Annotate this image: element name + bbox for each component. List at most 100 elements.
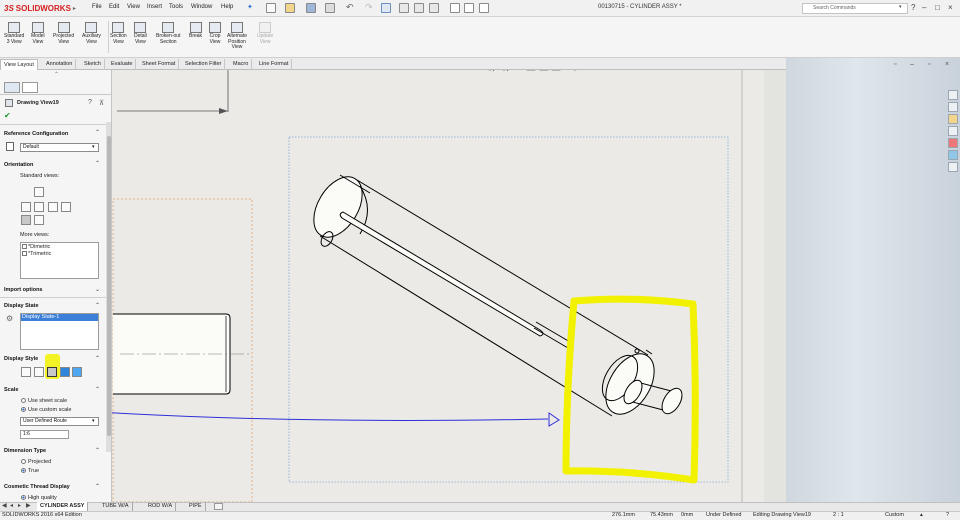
- collapse-chevron-icon[interactable]: ⌃: [95, 129, 100, 136]
- dropdown-arrow-icon[interactable]: ▾: [92, 418, 95, 424]
- file-properties-icon[interactable]: [414, 3, 424, 13]
- restore-pane-icon[interactable]: ▫: [928, 61, 930, 68]
- view-left-button[interactable]: [21, 202, 31, 212]
- alternate-position-view-button[interactable]: Alternate Position View: [227, 22, 247, 51]
- radio-projected[interactable]: Projected: [21, 459, 51, 465]
- standard-3-view-button[interactable]: Standard 3 View: [4, 22, 24, 45]
- open-folder-icon[interactable]: [285, 3, 295, 13]
- pm-expand-icon[interactable]: ⌃: [54, 71, 59, 78]
- tab-view-layout[interactable]: View Layout: [0, 59, 38, 70]
- menu-edit[interactable]: Edit: [109, 4, 119, 10]
- shaded-edges-style-button[interactable]: [60, 367, 70, 377]
- custom-scale-input[interactable]: 1:6: [20, 430, 69, 439]
- detail-view-button[interactable]: Detail View: [134, 22, 147, 45]
- pm-tab-feature-tree-icon[interactable]: [4, 82, 20, 93]
- minimize-button[interactable]: –: [922, 3, 926, 12]
- list-item-dimetric[interactable]: *Dimetric: [22, 244, 50, 250]
- scale-preset-select[interactable]: User Defined Route: [20, 417, 99, 426]
- tab-sheet-format[interactable]: Sheet Format: [139, 59, 180, 70]
- graphics-area[interactable]: [112, 70, 764, 502]
- redo-icon[interactable]: ↷: [365, 2, 373, 13]
- help-question-icon[interactable]: ?: [911, 3, 915, 12]
- view-palette-icon[interactable]: [948, 126, 958, 136]
- radio-use-custom-scale[interactable]: Use custom scale: [21, 407, 71, 413]
- maximize-button[interactable]: □: [935, 3, 940, 12]
- radio[interactable]: [21, 407, 26, 413]
- logo-menu-arrow-icon[interactable]: ▸: [73, 5, 76, 12]
- break-button[interactable]: Break: [189, 22, 202, 40]
- model-view-button[interactable]: Model View: [31, 22, 45, 45]
- menu-view[interactable]: View: [127, 4, 140, 10]
- tile-windows-icon[interactable]: [450, 3, 460, 13]
- options-gear-icon[interactable]: [429, 3, 439, 13]
- next-sheet-icon[interactable]: ▸: [18, 502, 21, 509]
- search-commands-input[interactable]: Search Commands: [802, 3, 908, 14]
- sheet-tab-cylinder-assy[interactable]: CYLINDER ASSY: [37, 502, 89, 511]
- wireframe-style-button[interactable]: [21, 367, 31, 377]
- checkbox[interactable]: [22, 244, 27, 250]
- collapse-chevron-icon[interactable]: ⌃: [95, 302, 100, 309]
- projected-view-button[interactable]: Projected View: [53, 22, 74, 45]
- radio[interactable]: [21, 398, 26, 404]
- select-pointer-icon[interactable]: [381, 3, 391, 13]
- display-state-item[interactable]: Display State-1: [21, 314, 98, 321]
- radio-true[interactable]: True: [21, 468, 39, 474]
- isometric-cylinder[interactable]: [304, 168, 686, 422]
- help-icon[interactable]: ?: [88, 99, 92, 106]
- crop-view-button[interactable]: Crop View: [209, 22, 221, 45]
- add-sheet-icon[interactable]: [214, 503, 223, 510]
- section-view-button[interactable]: Section View: [110, 22, 127, 45]
- forum-icon[interactable]: [948, 162, 958, 172]
- pushpin-icon[interactable]: ⊼: [99, 99, 104, 107]
- solidworks-logo[interactable]: 3S SOLIDWORKS ▸: [4, 2, 76, 15]
- pm-tab-property-manager-icon[interactable]: [22, 82, 38, 93]
- pin-icon[interactable]: ✦: [247, 3, 253, 11]
- save-icon[interactable]: [306, 3, 316, 13]
- menu-window[interactable]: Window: [191, 4, 212, 10]
- window-tile-icon[interactable]: ▫: [894, 61, 896, 68]
- status-units[interactable]: Custom: [885, 512, 904, 518]
- menu-insert[interactable]: Insert: [147, 4, 162, 10]
- close-pane-icon[interactable]: ×: [945, 61, 949, 68]
- tab-selection-filter[interactable]: Selection Filter: [182, 59, 226, 70]
- view-top-button[interactable]: [34, 187, 44, 197]
- shaded-style-button[interactable]: [72, 367, 82, 377]
- update-view-button[interactable]: Update View: [257, 22, 273, 45]
- view-right-button[interactable]: [48, 202, 58, 212]
- expand-chevron-icon[interactable]: ⌄: [95, 286, 100, 293]
- appearances-icon[interactable]: [948, 138, 958, 148]
- file-explorer-icon[interactable]: [948, 114, 958, 124]
- radio[interactable]: [21, 468, 26, 474]
- radio-high-quality[interactable]: High quality: [21, 495, 57, 501]
- dropdown-arrow-icon[interactable]: ▾: [92, 144, 95, 150]
- solidworks-resources-icon[interactable]: [948, 90, 958, 100]
- tab-sketch[interactable]: Sketch: [81, 59, 105, 70]
- rebuild-icon[interactable]: [399, 3, 409, 13]
- view-isometric-button[interactable]: [21, 215, 31, 225]
- tab-annotation[interactable]: Annotation: [43, 59, 77, 70]
- custom-properties-icon[interactable]: [948, 150, 958, 160]
- tile-horizontal-icon[interactable]: [464, 3, 474, 13]
- view-back-button[interactable]: [61, 202, 71, 212]
- auxiliary-view-button[interactable]: Auxiliary View: [82, 22, 101, 45]
- heads-up-view-toolbar[interactable]: [487, 70, 578, 72]
- new-document-icon[interactable]: [266, 3, 276, 13]
- hidden-visible-style-button[interactable]: [34, 367, 44, 377]
- ok-checkmark-icon[interactable]: ✔: [4, 111, 11, 120]
- design-library-icon[interactable]: [948, 102, 958, 112]
- collapse-chevron-icon[interactable]: ⌃: [95, 447, 100, 454]
- units-dropdown-icon[interactable]: ▴: [920, 512, 923, 518]
- sheet-tab-pipe[interactable]: PIPE: [186, 502, 206, 511]
- radio-use-sheet-scale[interactable]: Use sheet scale: [21, 398, 67, 404]
- broken-out-section-button[interactable]: Broken-out Section: [156, 22, 180, 45]
- radio[interactable]: [21, 459, 26, 465]
- collapse-chevron-icon[interactable]: ⌃: [95, 355, 100, 362]
- tab-line-format[interactable]: Line Format: [256, 59, 293, 70]
- collapse-chevron-icon[interactable]: ⌃: [95, 386, 100, 393]
- list-item-trimetric[interactable]: *Trimetric: [22, 251, 51, 257]
- view-front-button[interactable]: [34, 202, 44, 212]
- search-dropdown-icon[interactable]: ▾: [899, 4, 902, 10]
- pm-scrollbar-thumb[interactable]: [107, 136, 111, 436]
- tab-evaluate[interactable]: Evaluate: [108, 59, 137, 70]
- tab-macro[interactable]: Macro: [230, 59, 253, 70]
